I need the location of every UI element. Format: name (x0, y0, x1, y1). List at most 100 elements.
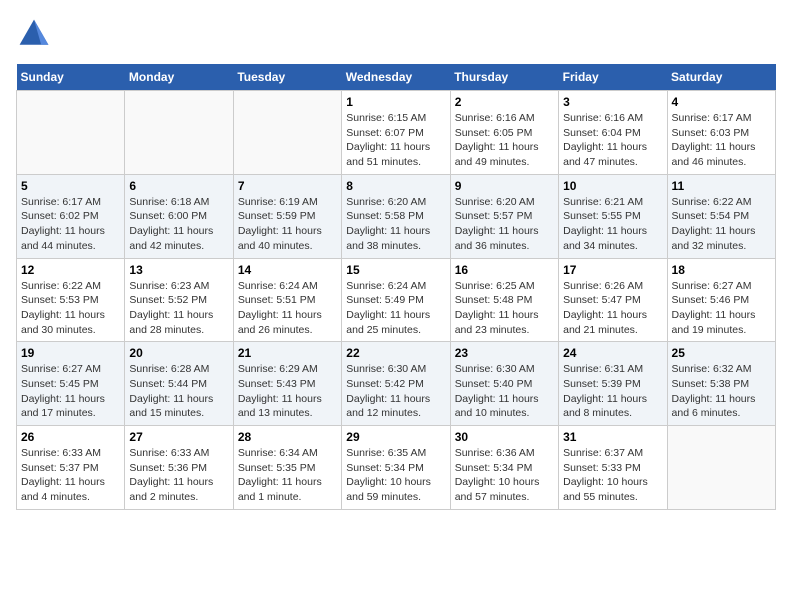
day-info: Sunrise: 6:33 AM Sunset: 5:36 PM Dayligh… (129, 446, 228, 505)
day-number: 1 (346, 95, 445, 109)
calendar-cell (667, 426, 775, 510)
day-number: 8 (346, 179, 445, 193)
calendar-cell: 15 Sunrise: 6:24 AM Sunset: 5:49 PM Dayli… (342, 258, 450, 342)
calendar-cell: 4 Sunrise: 6:17 AM Sunset: 6:03 PM Daylig… (667, 91, 775, 175)
day-number: 3 (563, 95, 662, 109)
calendar-cell: 10 Sunrise: 6:21 AM Sunset: 5:55 PM Dayli… (559, 174, 667, 258)
day-number: 25 (672, 346, 771, 360)
day-number: 11 (672, 179, 771, 193)
day-info: Sunrise: 6:17 AM Sunset: 6:03 PM Dayligh… (672, 111, 771, 170)
day-info: Sunrise: 6:24 AM Sunset: 5:49 PM Dayligh… (346, 279, 445, 338)
day-number: 27 (129, 430, 228, 444)
calendar-cell: 23Sunrise: 6:30 AM Sunset: 5:40 PM Dayli… (450, 342, 558, 426)
calendar-cell: 28 Sunrise: 6:34 AM Sunset: 5:35 PM Dayli… (233, 426, 341, 510)
day-of-week-header: Sunday (17, 64, 125, 91)
calendar-cell: 29 Sunrise: 6:35 AM Sunset: 5:34 PM Dayli… (342, 426, 450, 510)
day-number: 26 (21, 430, 120, 444)
calendar-cell: 26 Sunrise: 6:33 AM Sunset: 5:37 PM Dayli… (17, 426, 125, 510)
day-info: Sunrise: 6:32 AM Sunset: 5:38 PM Dayligh… (672, 362, 771, 421)
day-info: Sunrise: 6:22 AM Sunset: 5:54 PM Dayligh… (672, 195, 771, 254)
day-number: 6 (129, 179, 228, 193)
day-info: Sunrise: 6:25 AM Sunset: 5:48 PM Dayligh… (455, 279, 554, 338)
day-number: 31 (563, 430, 662, 444)
day-info: Sunrise: 6:23 AM Sunset: 5:52 PM Dayligh… (129, 279, 228, 338)
calendar-cell: 18Sunrise: 6:27 AM Sunset: 5:46 PM Dayli… (667, 258, 775, 342)
day-number: 9 (455, 179, 554, 193)
day-number: 14 (238, 263, 337, 277)
day-number: 10 (563, 179, 662, 193)
calendar-cell: 12 Sunrise: 6:22 AM Sunset: 5:53 PM Dayli… (17, 258, 125, 342)
calendar-cell (17, 91, 125, 175)
calendar-week-row: 5 Sunrise: 6:17 AM Sunset: 6:02 PM Daylig… (17, 174, 776, 258)
calendar-cell: 5 Sunrise: 6:17 AM Sunset: 6:02 PM Daylig… (17, 174, 125, 258)
logo-icon (16, 16, 52, 52)
day-info: Sunrise: 6:16 AM Sunset: 6:05 PM Dayligh… (455, 111, 554, 170)
page-header (16, 16, 776, 52)
calendar-header-row: SundayMondayTuesdayWednesdayThursdayFrid… (17, 64, 776, 91)
calendar-cell: 8 Sunrise: 6:20 AM Sunset: 5:58 PM Daylig… (342, 174, 450, 258)
calendar-week-row: 1 Sunrise: 6:15 AM Sunset: 6:07 PM Daylig… (17, 91, 776, 175)
day-info: Sunrise: 6:15 AM Sunset: 6:07 PM Dayligh… (346, 111, 445, 170)
day-number: 5 (21, 179, 120, 193)
day-info: Sunrise: 6:26 AM Sunset: 5:47 PM Dayligh… (563, 279, 662, 338)
calendar-week-row: 12 Sunrise: 6:22 AM Sunset: 5:53 PM Dayli… (17, 258, 776, 342)
day-info: Sunrise: 6:36 AM Sunset: 5:34 PM Dayligh… (455, 446, 554, 505)
calendar-cell: 24 Sunrise: 6:31 AM Sunset: 5:39 PM Dayli… (559, 342, 667, 426)
day-number: 15 (346, 263, 445, 277)
day-number: 19 (21, 346, 120, 360)
calendar-cell: 25 Sunrise: 6:32 AM Sunset: 5:38 PM Dayli… (667, 342, 775, 426)
calendar-cell: 6 Sunrise: 6:18 AM Sunset: 6:00 PM Daylig… (125, 174, 233, 258)
calendar-cell: 20Sunrise: 6:28 AM Sunset: 5:44 PM Dayli… (125, 342, 233, 426)
day-info: Sunrise: 6:30 AM Sunset: 5:42 PM Dayligh… (346, 362, 445, 421)
day-number: 21 (238, 346, 337, 360)
day-info: Sunrise: 6:33 AM Sunset: 5:37 PM Dayligh… (21, 446, 120, 505)
calendar-cell: 3 Sunrise: 6:16 AM Sunset: 6:04 PM Daylig… (559, 91, 667, 175)
calendar-cell: 2 Sunrise: 6:16 AM Sunset: 6:05 PM Daylig… (450, 91, 558, 175)
day-number: 20 (129, 346, 228, 360)
day-of-week-header: Thursday (450, 64, 558, 91)
calendar-cell: 17 Sunrise: 6:26 AM Sunset: 5:47 PM Dayli… (559, 258, 667, 342)
day-number: 30 (455, 430, 554, 444)
calendar-cell: 13 Sunrise: 6:23 AM Sunset: 5:52 PM Dayli… (125, 258, 233, 342)
calendar-cell: 27 Sunrise: 6:33 AM Sunset: 5:36 PM Dayli… (125, 426, 233, 510)
logo (16, 16, 56, 52)
day-number: 2 (455, 95, 554, 109)
day-number: 29 (346, 430, 445, 444)
day-number: 22 (346, 346, 445, 360)
calendar-table: SundayMondayTuesdayWednesdayThursdayFrid… (16, 64, 776, 510)
day-number: 28 (238, 430, 337, 444)
calendar-cell (125, 91, 233, 175)
day-of-week-header: Monday (125, 64, 233, 91)
day-number: 17 (563, 263, 662, 277)
day-number: 4 (672, 95, 771, 109)
day-number: 7 (238, 179, 337, 193)
calendar-cell: 21Sunrise: 6:29 AM Sunset: 5:43 PM Dayli… (233, 342, 341, 426)
day-info: Sunrise: 6:17 AM Sunset: 6:02 PM Dayligh… (21, 195, 120, 254)
day-info: Sunrise: 6:20 AM Sunset: 5:58 PM Dayligh… (346, 195, 445, 254)
day-info: Sunrise: 6:35 AM Sunset: 5:34 PM Dayligh… (346, 446, 445, 505)
calendar-cell: 31 Sunrise: 6:37 AM Sunset: 5:33 PM Dayli… (559, 426, 667, 510)
calendar-cell: 30 Sunrise: 6:36 AM Sunset: 5:34 PM Dayli… (450, 426, 558, 510)
day-number: 13 (129, 263, 228, 277)
day-info: Sunrise: 6:22 AM Sunset: 5:53 PM Dayligh… (21, 279, 120, 338)
day-info: Sunrise: 6:30 AM Sunset: 5:40 PM Dayligh… (455, 362, 554, 421)
day-info: Sunrise: 6:19 AM Sunset: 5:59 PM Dayligh… (238, 195, 337, 254)
day-info: Sunrise: 6:16 AM Sunset: 6:04 PM Dayligh… (563, 111, 662, 170)
day-info: Sunrise: 6:27 AM Sunset: 5:45 PM Dayligh… (21, 362, 120, 421)
day-info: Sunrise: 6:21 AM Sunset: 5:55 PM Dayligh… (563, 195, 662, 254)
day-number: 16 (455, 263, 554, 277)
day-number: 12 (21, 263, 120, 277)
calendar-week-row: 19 Sunrise: 6:27 AM Sunset: 5:45 PM Dayli… (17, 342, 776, 426)
day-of-week-header: Wednesday (342, 64, 450, 91)
day-info: Sunrise: 6:31 AM Sunset: 5:39 PM Dayligh… (563, 362, 662, 421)
day-info: Sunrise: 6:37 AM Sunset: 5:33 PM Dayligh… (563, 446, 662, 505)
calendar-cell: 1 Sunrise: 6:15 AM Sunset: 6:07 PM Daylig… (342, 91, 450, 175)
calendar-cell: 19 Sunrise: 6:27 AM Sunset: 5:45 PM Dayli… (17, 342, 125, 426)
day-number: 24 (563, 346, 662, 360)
calendar-cell: 22 Sunrise: 6:30 AM Sunset: 5:42 PM Dayli… (342, 342, 450, 426)
calendar-cell: 9Sunrise: 6:20 AM Sunset: 5:57 PM Daylig… (450, 174, 558, 258)
day-info: Sunrise: 6:18 AM Sunset: 6:00 PM Dayligh… (129, 195, 228, 254)
day-info: Sunrise: 6:27 AM Sunset: 5:46 PM Dayligh… (672, 279, 771, 338)
calendar-cell: 14Sunrise: 6:24 AM Sunset: 5:51 PM Dayli… (233, 258, 341, 342)
day-info: Sunrise: 6:34 AM Sunset: 5:35 PM Dayligh… (238, 446, 337, 505)
